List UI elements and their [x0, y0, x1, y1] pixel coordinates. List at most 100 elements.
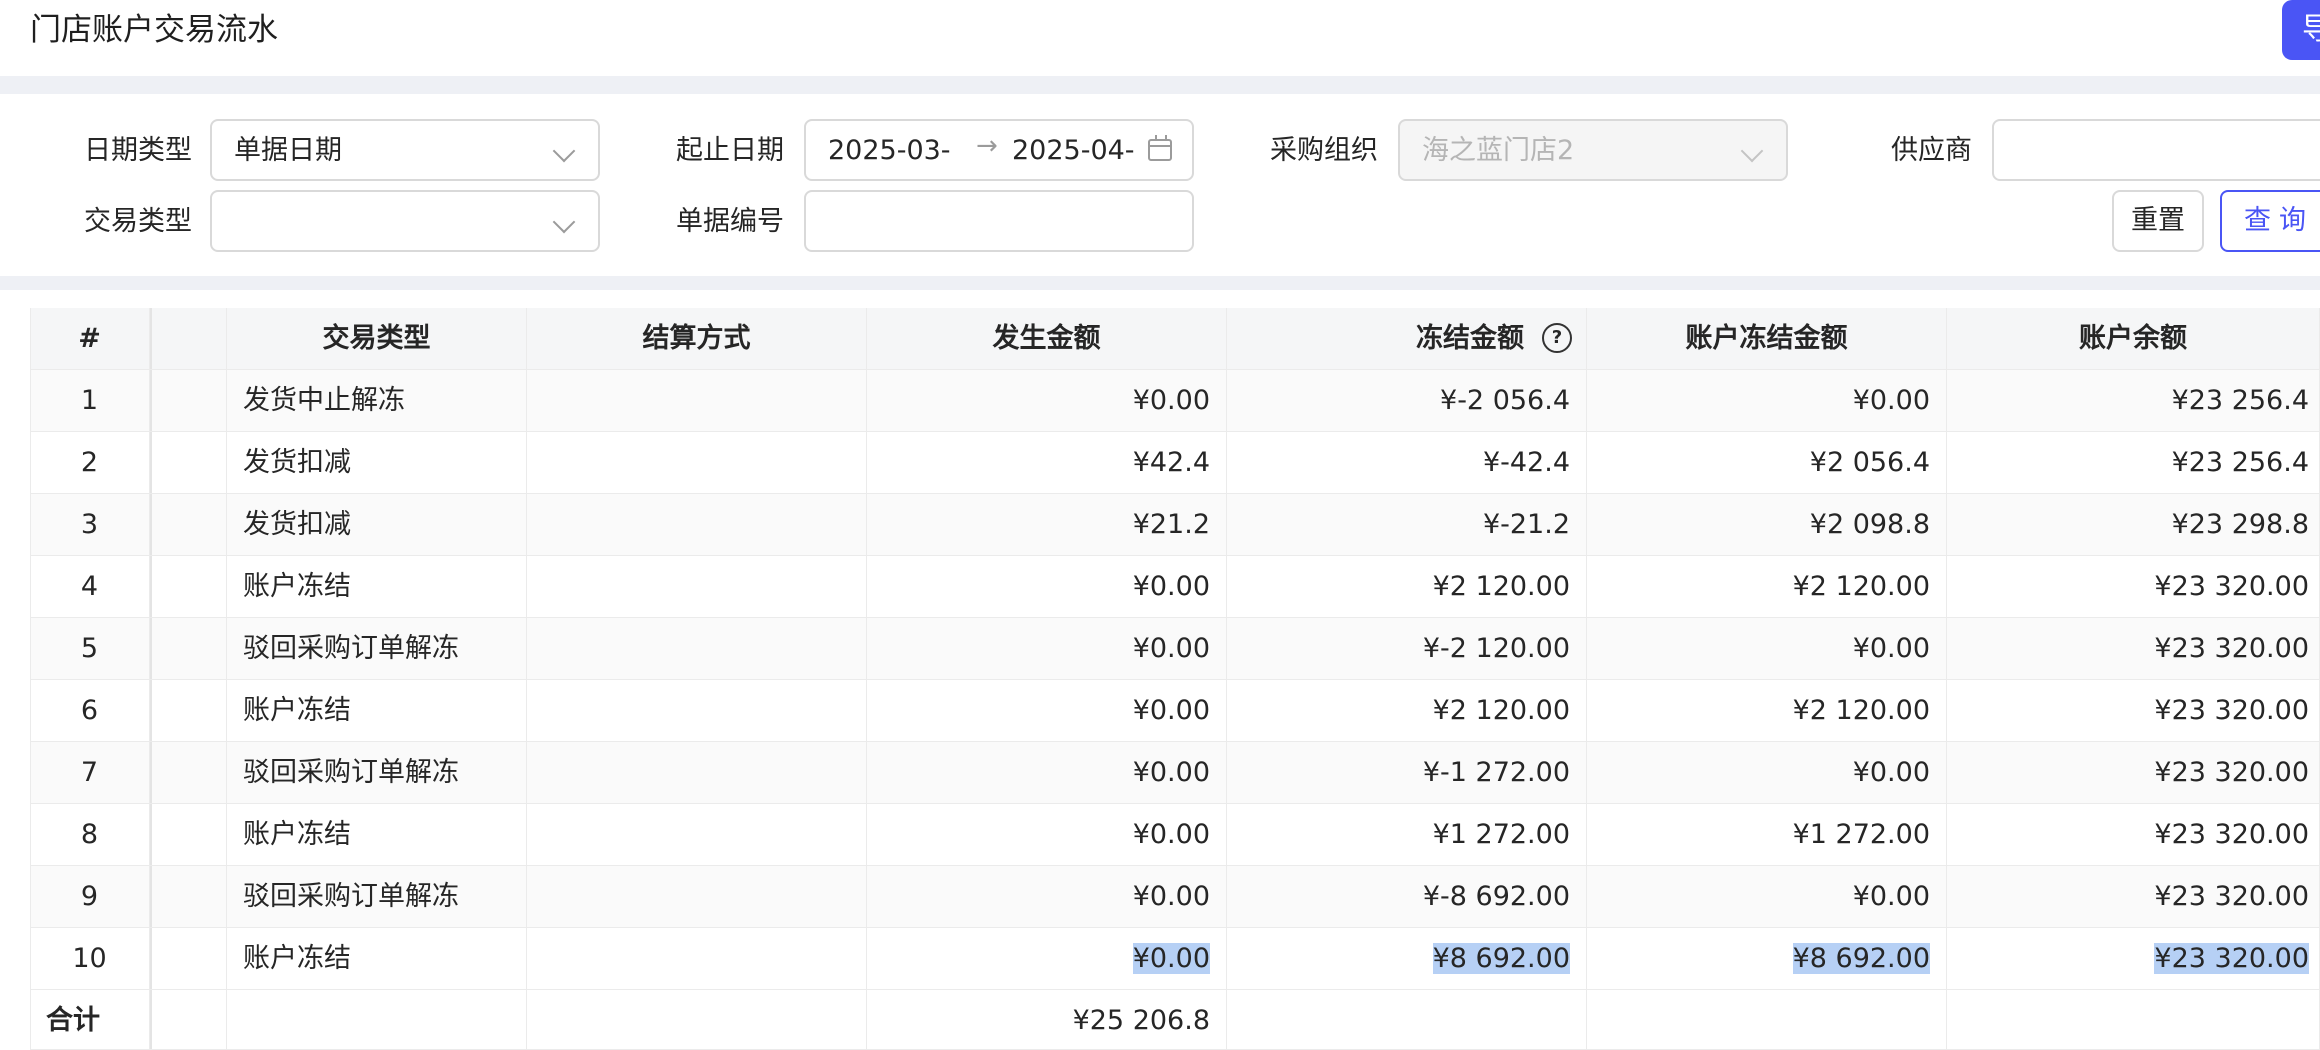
trade-type-cell: 账户冻结 [227, 928, 527, 989]
header-bar: 门店账户交易流水 导 [0, 0, 2320, 76]
table-total-row: 合计 ¥25 206.8 [30, 990, 2320, 1050]
selected-text: ¥8 692.00 [1792, 943, 1930, 974]
end-date-input[interactable]: 2025-04- [1012, 133, 1137, 169]
frozen-cell: ¥1 272.00 [1227, 804, 1587, 865]
section-divider [0, 76, 2320, 94]
date-type-select[interactable]: 单据日期 [210, 119, 600, 181]
total-empty-cell [527, 990, 867, 1049]
reset-button[interactable]: 重置 [2112, 190, 2204, 252]
trade-type-cell: 账户冻结 [227, 556, 527, 617]
frozen-cell: ¥-8 692.00 [1227, 866, 1587, 927]
supplier-label: 供应商 [1891, 135, 1972, 166]
column-header-frozen-label: 冻结金额 [1416, 323, 1524, 354]
total-label: 合计 [30, 990, 150, 1049]
trade-type-cell: 发货扣减 [227, 494, 527, 555]
table-row[interactable]: 8 账户冻结 ¥0.00 ¥1 272.00 ¥1 272.00 ¥23 320… [30, 804, 2320, 866]
table-header-row: # 交易类型 结算方式 发生金额 冻结金额? 账户冻结金额 账户余额 [30, 308, 2320, 370]
balance-cell: ¥23 320.00 [1947, 556, 2320, 617]
balance-cell: ¥23 320.00 [1947, 742, 2320, 803]
row-blank-cell [150, 928, 227, 989]
account-frozen-cell: ¥2 120.00 [1587, 556, 1947, 617]
date-range-picker[interactable]: 2025-03- → 2025-04- [804, 119, 1194, 181]
account-frozen-cell: ¥2 056.4 [1587, 432, 1947, 493]
chevron-down-icon [1740, 139, 1764, 163]
chevron-down-icon [552, 210, 576, 234]
filter-panel: 日期类型 单据日期 起止日期 2025-03- → 2025-04- 采购组织 … [0, 94, 2320, 276]
calendar-icon [1148, 135, 1172, 161]
table-row[interactable]: 5 驳回采购订单解冻 ¥0.00 ¥-2 120.00 ¥0.00 ¥23 32… [30, 618, 2320, 680]
column-header-resize [150, 308, 227, 369]
export-button[interactable]: 导 [2282, 0, 2320, 60]
total-empty-cell [227, 990, 527, 1049]
amount-cell: ¥0.00 [867, 804, 1227, 865]
date-range-label: 起止日期 [676, 135, 784, 166]
table-row[interactable]: 1 发货中止解冻 ¥0.00 ¥-2 056.4 ¥0.00 ¥23 256.4 [30, 370, 2320, 432]
table-row[interactable]: 2 发货扣减 ¥42.4 ¥-42.4 ¥2 056.4 ¥23 256.4 [30, 432, 2320, 494]
settlement-cell [527, 804, 867, 865]
section-divider [0, 276, 2320, 290]
row-index: 5 [30, 618, 150, 679]
table-row[interactable]: 4 账户冻结 ¥0.00 ¥2 120.00 ¥2 120.00 ¥23 320… [30, 556, 2320, 618]
settlement-cell [527, 618, 867, 679]
date-type-value: 单据日期 [234, 135, 342, 166]
table-row[interactable]: 9 驳回采购订单解冻 ¥0.00 ¥-8 692.00 ¥0.00 ¥23 32… [30, 866, 2320, 928]
settlement-cell [527, 742, 867, 803]
table-row[interactable]: 10 账户冻结 ¥0.00 ¥8 692.00 ¥8 692.00 ¥23 32… [30, 928, 2320, 990]
date-type-label: 日期类型 [84, 135, 192, 166]
table-row[interactable]: 6 账户冻结 ¥0.00 ¥2 120.00 ¥2 120.00 ¥23 320… [30, 680, 2320, 742]
column-header-amount: 发生金额 [867, 308, 1227, 369]
amount-cell: ¥0.00 [867, 928, 1227, 989]
chevron-down-icon [552, 139, 576, 163]
row-index: 1 [30, 370, 150, 431]
account-frozen-cell: ¥0.00 [1587, 370, 1947, 431]
selected-text: ¥0.00 [1132, 943, 1210, 974]
frozen-cell: ¥-1 272.00 [1227, 742, 1587, 803]
trade-type-select[interactable] [210, 190, 600, 252]
purchase-org-label: 采购组织 [1270, 135, 1378, 166]
table-row[interactable]: 7 驳回采购订单解冻 ¥0.00 ¥-1 272.00 ¥0.00 ¥23 32… [30, 742, 2320, 804]
balance-cell: ¥23 320.00 [1947, 680, 2320, 741]
trade-type-cell: 发货扣减 [227, 432, 527, 493]
amount-cell: ¥42.4 [867, 432, 1227, 493]
settlement-cell [527, 556, 867, 617]
row-index: 8 [30, 804, 150, 865]
row-blank-cell [150, 618, 227, 679]
row-index: 6 [30, 680, 150, 741]
account-frozen-cell: ¥1 272.00 [1587, 804, 1947, 865]
row-blank-cell [150, 990, 227, 1049]
frozen-cell: ¥-42.4 [1227, 432, 1587, 493]
settlement-cell [527, 494, 867, 555]
purchase-org-value: 海之蓝门店2 [1422, 135, 1575, 166]
query-button[interactable]: 查询 [2220, 190, 2320, 252]
balance-cell: ¥23 298.8 [1947, 494, 2320, 555]
total-empty-cell [1587, 990, 1947, 1049]
selected-text: ¥8 692.00 [1432, 943, 1570, 974]
balance-cell: ¥23 320.00 [1947, 866, 2320, 927]
row-index: 7 [30, 742, 150, 803]
table-row[interactable]: 3 发货扣减 ¥21.2 ¥-21.2 ¥2 098.8 ¥23 298.8 [30, 494, 2320, 556]
supplier-select[interactable] [1992, 119, 2320, 181]
amount-cell: ¥0.00 [867, 556, 1227, 617]
column-header-frozen: 冻结金额? [1227, 308, 1587, 369]
trade-type-cell: 账户冻结 [227, 680, 527, 741]
frozen-cell: ¥-21.2 [1227, 494, 1587, 555]
account-frozen-cell: ¥8 692.00 [1587, 928, 1947, 989]
frozen-cell: ¥-2 120.00 [1227, 618, 1587, 679]
page-title: 门店账户交易流水 [30, 12, 278, 48]
doc-no-label: 单据编号 [676, 206, 784, 237]
row-blank-cell [150, 556, 227, 617]
settlement-cell [527, 866, 867, 927]
doc-no-input[interactable] [804, 190, 1194, 252]
row-index: 3 [30, 494, 150, 555]
trade-type-cell: 驳回采购订单解冻 [227, 618, 527, 679]
row-blank-cell [150, 432, 227, 493]
start-date-input[interactable]: 2025-03- [828, 133, 958, 169]
amount-cell: ¥21.2 [867, 494, 1227, 555]
amount-cell: ¥0.00 [867, 680, 1227, 741]
help-icon[interactable]: ? [1542, 322, 1572, 353]
row-blank-cell [150, 742, 227, 803]
settlement-cell [527, 680, 867, 741]
frozen-cell: ¥2 120.00 [1227, 680, 1587, 741]
row-blank-cell [150, 370, 227, 431]
frozen-cell: ¥8 692.00 [1227, 928, 1587, 989]
